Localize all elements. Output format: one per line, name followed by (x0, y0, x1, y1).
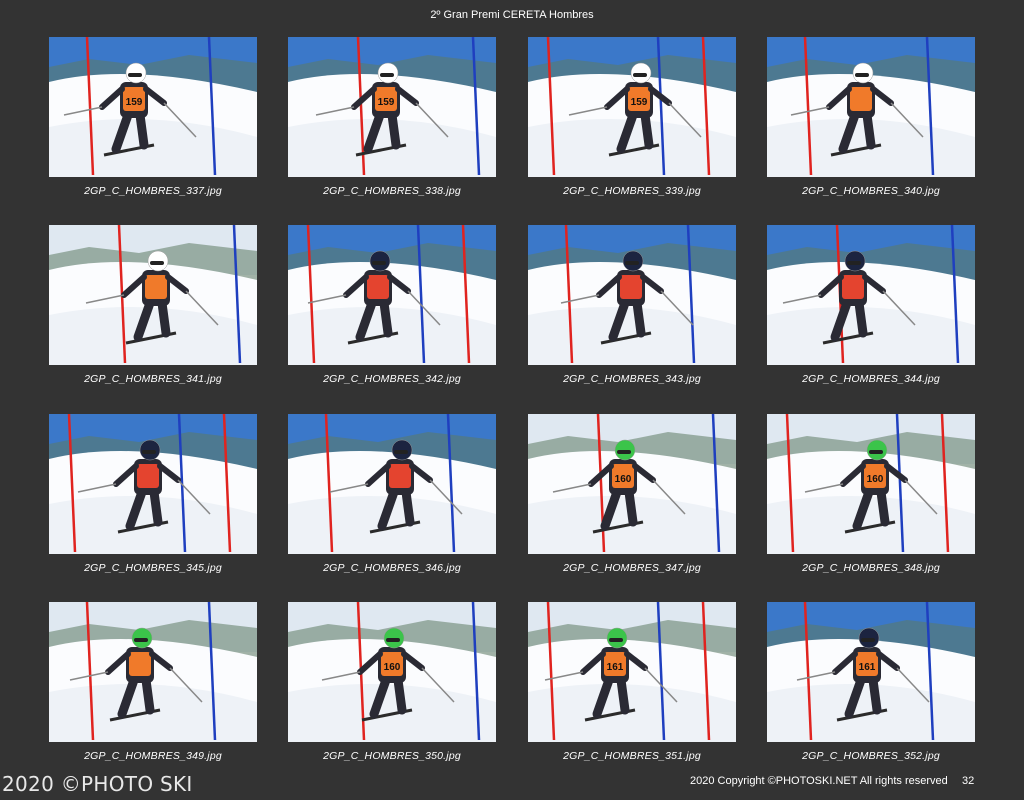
photo-filename: 2GP_C_HOMBRES_341.jpg (84, 373, 222, 385)
photo-filename: 2GP_C_HOMBRES_337.jpg (84, 185, 222, 197)
photo-filename: 2GP_C_HOMBRES_347.jpg (563, 562, 701, 574)
photo-filename: 2GP_C_HOMBRES_352.jpg (802, 750, 940, 762)
ski-race-photo (288, 414, 496, 554)
photo-filename: 2GP_C_HOMBRES_345.jpg (84, 562, 222, 574)
photo-thumbnail[interactable] (767, 225, 975, 365)
photo-thumbnail[interactable] (288, 414, 496, 554)
photo-thumbnail[interactable]: 160 (528, 414, 736, 554)
photo-filename: 2GP_C_HOMBRES_338.jpg (323, 185, 461, 197)
ski-race-photo: 159 (288, 37, 496, 177)
bib-number: 159 (631, 97, 648, 108)
ski-race-photo: 161 (528, 602, 736, 742)
photo-thumbnail[interactable]: 159 (288, 37, 496, 177)
bib-number: 161 (859, 662, 876, 673)
bib-number: 159 (126, 97, 143, 108)
photo-thumbnail[interactable]: 161 (767, 602, 975, 742)
photo-filename: 2GP_C_HOMBRES_351.jpg (563, 750, 701, 762)
photo-thumbnail[interactable] (767, 37, 975, 177)
photo-thumbnail[interactable]: 161 (528, 602, 736, 742)
photo-filename: 2GP_C_HOMBRES_349.jpg (84, 750, 222, 762)
photo-thumbnail[interactable]: 160 (288, 602, 496, 742)
bib-number: 159 (378, 97, 395, 108)
ski-race-photo (49, 414, 257, 554)
ski-race-photo (49, 602, 257, 742)
ski-race-photo (767, 225, 975, 365)
ski-race-photo: 159 (528, 37, 736, 177)
ski-race-photo (528, 225, 736, 365)
ski-race-photo: 160 (528, 414, 736, 554)
ski-race-photo (288, 225, 496, 365)
ski-race-photo (767, 37, 975, 177)
bib-number: 161 (607, 662, 624, 673)
page-number: 32 (962, 775, 975, 787)
contact-sheet-page: 2º Gran Premi CERETA Hombres 159 2GP_C_HO… (0, 0, 1024, 800)
photo-filename: 2GP_C_HOMBRES_348.jpg (802, 562, 940, 574)
photo-filename: 2GP_C_HOMBRES_340.jpg (802, 185, 940, 197)
photo-thumbnail[interactable]: 160 (767, 414, 975, 554)
copyright-notice: 2020 Copyright ©PHOTOSKI.NET All rights … (690, 775, 948, 787)
photo-thumbnail[interactable] (49, 602, 257, 742)
photo-filename: 2GP_C_HOMBRES_346.jpg (323, 562, 461, 574)
photo-filename: 2GP_C_HOMBRES_350.jpg (323, 750, 461, 762)
ski-race-photo: 161 (767, 602, 975, 742)
ski-race-photo: 160 (288, 602, 496, 742)
photo-thumbnail[interactable] (528, 225, 736, 365)
page-title: 2º Gran Premi CERETA Hombres (430, 9, 594, 21)
ski-race-photo: 159 (49, 37, 257, 177)
ski-race-photo (49, 225, 257, 365)
bib-number: 160 (384, 662, 401, 673)
bib-number: 160 (867, 474, 884, 485)
photo-thumbnail[interactable] (49, 414, 257, 554)
photo-thumbnail[interactable]: 159 (49, 37, 257, 177)
photo-thumbnail[interactable] (49, 225, 257, 365)
photo-filename: 2GP_C_HOMBRES_342.jpg (323, 373, 461, 385)
photo-filename: 2GP_C_HOMBRES_339.jpg (563, 185, 701, 197)
photo-ski-watermark: 2020 ©PHOTO SKI (2, 772, 193, 796)
photo-thumbnail[interactable] (288, 225, 496, 365)
photo-filename: 2GP_C_HOMBRES_344.jpg (802, 373, 940, 385)
photo-filename: 2GP_C_HOMBRES_343.jpg (563, 373, 701, 385)
ski-race-photo: 160 (767, 414, 975, 554)
bib-number: 160 (615, 474, 632, 485)
photo-thumbnail[interactable]: 159 (528, 37, 736, 177)
